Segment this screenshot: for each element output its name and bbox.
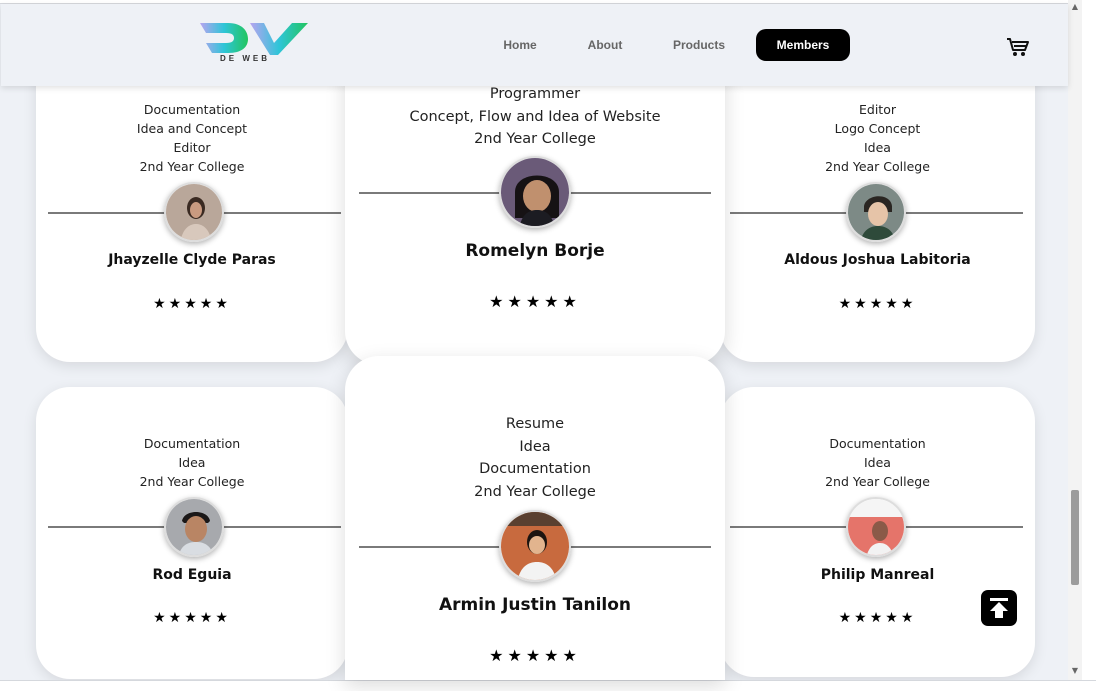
member-role: Resume [505,416,565,432]
member-name: Armin Justin Tanilon [438,595,632,615]
member-role: Programmer [489,86,581,102]
member-card: Documentation Idea 2nd Year College Rod … [36,387,348,679]
member-role: Editor [859,102,896,117]
member-role: 2nd Year College [139,159,245,174]
member-name: Philip Manreal [820,567,935,583]
member-avatar [499,510,571,582]
nav-products[interactable]: Products [663,29,735,61]
member-card-featured: Programmer Concept, Flow and Idea of Web… [345,40,725,365]
member-name: Jhayzelle Clyde Paras [108,252,276,268]
star-rating: ★★★★★ [489,646,581,665]
star-rating: ★★★★★ [153,296,231,312]
member-role: 2nd Year College [474,483,596,500]
member-roles: Documentation Idea and Concept Editor 2n… [36,100,348,176]
site-header: DE WEB Home About Products Members [1,4,1068,86]
member-name: Rod Eguia [152,567,232,583]
window-bottom-border [0,680,1096,691]
star-rating: ★★★★★ [489,292,581,311]
member-role: Idea [519,438,551,455]
nav-members[interactable]: Members [756,29,850,61]
logo-text: DE WEB [220,54,270,63]
member-role: Editor [173,140,211,155]
member-role: 2nd Year College [825,159,930,174]
member-role: 2nd Year College [825,474,930,489]
cart-icon[interactable] [1006,36,1030,58]
member-roles: Editor Logo Concept Idea 2nd Year Colleg… [720,100,1035,176]
nav-about[interactable]: About [577,29,633,61]
member-role: Documentation [479,461,591,477]
member-role: Logo Concept [834,121,921,136]
member-role: Idea [178,455,206,470]
star-rating: ★★★★★ [838,296,917,312]
arrow-up-to-top-icon [990,598,1008,618]
member-role: 2nd Year College [474,131,596,147]
vertical-scrollbar[interactable]: ▲ ▼ [1068,0,1082,680]
member-roles: Programmer Concept, Flow and Idea of Web… [345,83,725,151]
member-name: Aldous Joshua Labitoria [784,252,971,268]
member-role: Concept, Flow and Idea of Website [409,108,661,125]
member-avatar [499,156,571,228]
nav-home[interactable]: Home [491,29,549,61]
scrollbar-thumb[interactable] [1071,490,1079,585]
scroll-up-arrow-icon[interactable]: ▲ [1070,2,1080,12]
scroll-down-arrow-icon[interactable]: ▼ [1070,666,1080,676]
member-role: 2nd Year College [139,474,245,489]
member-roles: Documentation Idea 2nd Year College [36,434,348,491]
member-avatar [846,497,906,557]
member-avatar [164,497,224,557]
member-name: Romelyn Borje [465,241,605,261]
member-role: Documentation [143,436,241,451]
window-right-border [1082,0,1096,691]
member-role: Documentation [143,102,241,117]
member-card: Editor Logo Concept Idea 2nd Year Colleg… [720,40,1035,362]
member-avatar [164,182,224,242]
member-role: Documentation [829,436,926,451]
member-avatar [846,182,906,242]
member-roles: Resume Idea Documentation 2nd Year Colle… [345,413,725,503]
scroll-to-top-button[interactable] [981,590,1017,626]
star-rating: ★★★★★ [153,610,231,626]
member-role: Idea [864,455,891,470]
member-role: Idea [864,140,891,155]
member-card: Documentation Idea and Concept Editor 2n… [36,40,348,362]
member-card-featured: Resume Idea Documentation 2nd Year Colle… [345,356,725,680]
member-card: Documentation Idea 2nd Year College Phil… [720,387,1035,677]
member-roles: Documentation Idea 2nd Year College [720,434,1035,491]
member-role: Idea and Concept [136,121,248,136]
